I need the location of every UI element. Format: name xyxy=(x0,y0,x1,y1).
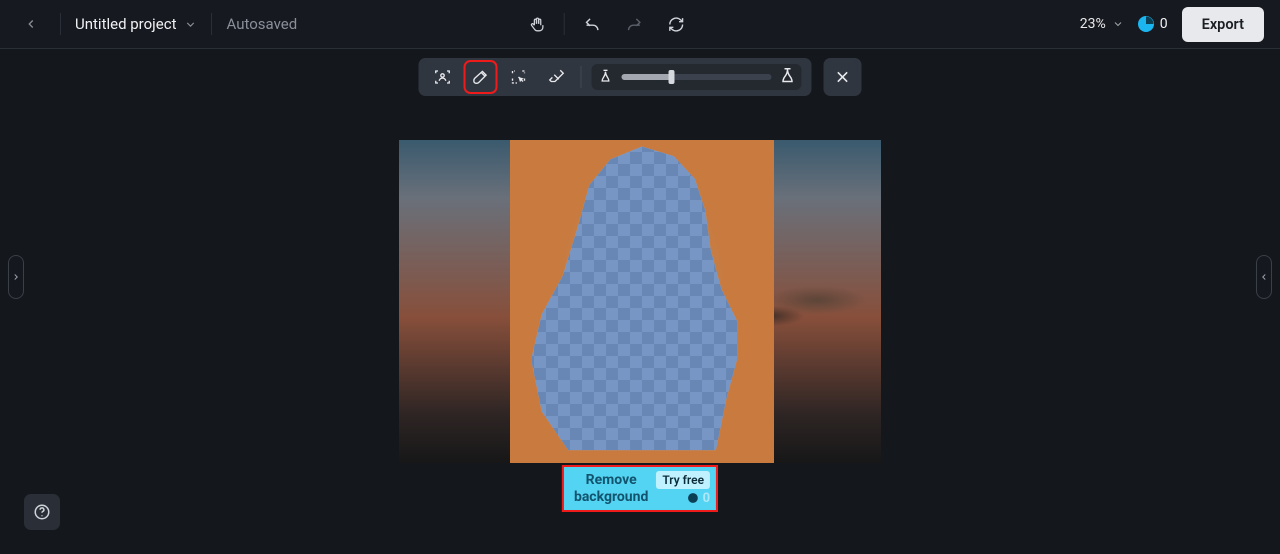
expand-right-panel[interactable] xyxy=(1256,255,1272,299)
close-tool-button[interactable] xyxy=(824,58,862,96)
separator xyxy=(581,66,582,88)
topbar-center xyxy=(522,9,691,39)
close-icon xyxy=(835,69,851,85)
credits-indicator[interactable]: 0 xyxy=(1138,16,1168,32)
help-button[interactable] xyxy=(24,494,60,530)
tool-strip xyxy=(419,58,862,96)
export-label: Export xyxy=(1202,16,1244,33)
brush-size-slider[interactable] xyxy=(592,64,802,90)
undo-icon xyxy=(583,16,600,33)
large-size-icon xyxy=(780,69,796,85)
callout-line1: Remove xyxy=(574,472,648,488)
callout-text: Remove background xyxy=(574,472,648,504)
chevron-down-icon xyxy=(184,18,197,31)
chevron-down-icon xyxy=(1112,18,1124,30)
pan-tool-button[interactable] xyxy=(522,9,552,39)
portrait-frame-icon xyxy=(434,68,452,86)
eraser-tool[interactable] xyxy=(543,63,571,91)
credits-pie-icon xyxy=(1138,16,1154,32)
callout-right: Try free 0 xyxy=(656,471,710,506)
zoom-dropdown[interactable]: 23% xyxy=(1080,16,1124,32)
export-button[interactable]: Export xyxy=(1182,7,1264,42)
separator xyxy=(211,13,212,35)
canvas[interactable] xyxy=(399,140,881,463)
callout-line2: background xyxy=(574,489,648,505)
separator xyxy=(60,13,61,35)
tool-group xyxy=(419,58,812,96)
hand-icon xyxy=(528,16,545,33)
brush-tool[interactable] xyxy=(467,63,495,91)
topbar-left: Untitled project Autosaved xyxy=(16,9,297,39)
topbar-right: 23% 0 Export xyxy=(1080,7,1264,42)
refresh-icon xyxy=(667,16,684,33)
small-size-icon xyxy=(598,69,614,85)
save-status: Autosaved xyxy=(226,15,297,33)
slider-track[interactable] xyxy=(622,74,772,80)
callout-credit-tail: 0 xyxy=(687,491,710,506)
lasso-select-icon xyxy=(510,68,528,86)
credits-count: 0 xyxy=(1160,16,1168,32)
project-name: Untitled project xyxy=(75,15,176,33)
refresh-button[interactable] xyxy=(661,9,691,39)
top-bar: Untitled project Autosaved 23% xyxy=(0,0,1280,49)
chevron-left-icon xyxy=(1259,271,1269,283)
lasso-tool[interactable] xyxy=(505,63,533,91)
eraser-icon xyxy=(548,68,566,86)
project-name-dropdown[interactable]: Untitled project xyxy=(75,15,197,33)
expand-left-panel[interactable] xyxy=(8,255,24,299)
try-free-badge[interactable]: Try free xyxy=(656,471,710,489)
help-icon xyxy=(33,503,51,521)
back-button[interactable] xyxy=(16,9,46,39)
slider-fill xyxy=(622,74,672,80)
chevron-left-icon xyxy=(24,17,38,31)
slider-thumb[interactable] xyxy=(668,70,674,84)
remove-background-callout[interactable]: Remove background Try free 0 xyxy=(562,465,718,512)
redo-icon xyxy=(625,16,642,33)
auto-subject-tool[interactable] xyxy=(429,63,457,91)
brush-icon xyxy=(472,68,490,86)
zoom-value: 23% xyxy=(1080,16,1106,32)
redo-button[interactable] xyxy=(619,9,649,39)
chevron-right-icon xyxy=(11,271,21,283)
separator xyxy=(564,13,565,35)
undo-button[interactable] xyxy=(577,9,607,39)
